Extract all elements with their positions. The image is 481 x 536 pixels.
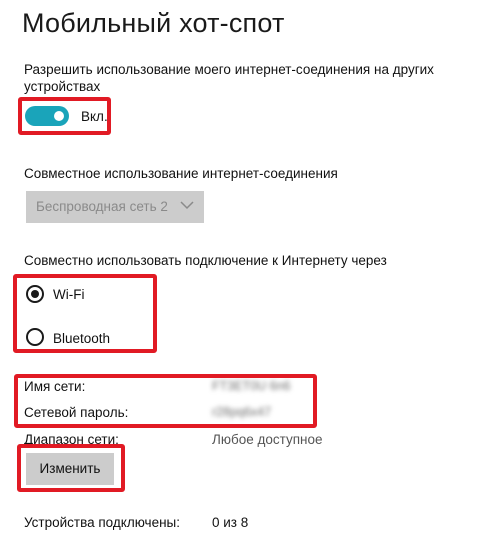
- network-range-label: Диапазон сети:: [24, 432, 119, 447]
- network-name-value: FT3ET0U 6n6: [212, 379, 291, 393]
- network-name-label: Имя сети:: [24, 379, 86, 394]
- chevron-down-icon: [180, 201, 194, 210]
- page-title: Мобильный хот-спот: [22, 8, 285, 38]
- devices-value: 0 из 8: [212, 515, 249, 530]
- toggle-state-label: Вкл.: [81, 109, 108, 124]
- connection-share-label: Совместное использование интернет-соедин…: [24, 166, 338, 181]
- hotspot-toggle[interactable]: [25, 106, 69, 126]
- toggle-knob: [54, 111, 64, 121]
- share-via-label: Совместно использовать подключение к Инт…: [24, 253, 387, 268]
- radio-bluetooth-label: Bluetooth: [53, 331, 111, 346]
- connection-dropdown[interactable]: Беспроводная сеть 2: [26, 191, 204, 223]
- radio-wifi-label: Wi-Fi: [53, 287, 85, 302]
- edit-button[interactable]: Изменить: [26, 453, 114, 485]
- network-range-value: Любое доступное: [212, 432, 323, 447]
- radio-bluetooth[interactable]: [26, 328, 44, 346]
- radio-selected-dot: [31, 290, 39, 298]
- devices-label: Устройства подключены:: [24, 515, 180, 530]
- share-description: Разрешить использование моего интернет-с…: [24, 62, 434, 94]
- network-password-value: r28pq6x47: [212, 405, 272, 419]
- network-password-label: Сетевой пароль:: [24, 405, 129, 420]
- radio-wifi[interactable]: [26, 285, 44, 303]
- dropdown-value: Беспроводная сеть 2: [36, 199, 168, 214]
